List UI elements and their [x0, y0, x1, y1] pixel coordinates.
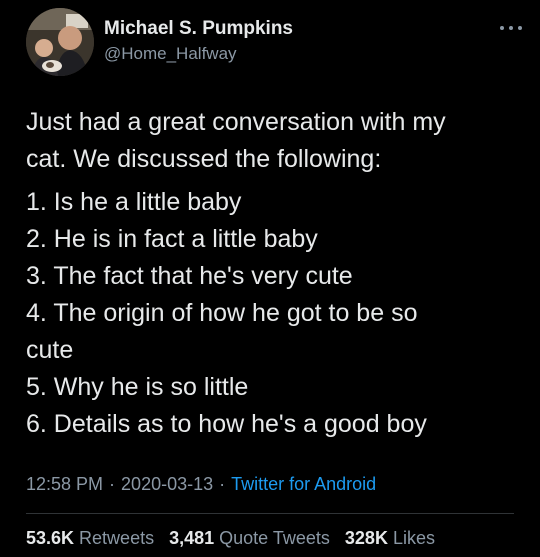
likes-stat[interactable]: 328K Likes [345, 528, 435, 548]
tweet-source-link[interactable]: Twitter for Android [231, 474, 376, 494]
retweets-label: Retweets [79, 528, 155, 548]
tweet-time[interactable]: 12:58 PM [26, 474, 103, 494]
list-item: 3. The fact that he's very cute [26, 262, 353, 290]
tweet-stats: 53.6K Retweets 3,481 Quote Tweets 328K Like… [26, 528, 445, 549]
tweet-intro: Just had a great conversation with my ca… [26, 104, 526, 178]
author-handle[interactable]: @Home_Halfway [104, 44, 237, 64]
quote-tweets-stat[interactable]: 3,481 Quote Tweets [169, 528, 330, 548]
list-item: 2. He is in fact a little baby [26, 225, 318, 253]
retweets-count: 53.6K [26, 528, 75, 548]
likes-count: 328K [344, 528, 388, 548]
quote-tweets-label: Quote Tweets [219, 528, 330, 548]
author-name[interactable]: Michael S. Pumpkins [104, 18, 293, 40]
list-item: 6. Details as to how he's a good boy [26, 410, 427, 438]
tweet-date[interactable]: 2020-03-13 [121, 474, 213, 494]
tweet-line: cat. We discussed the following: [26, 145, 382, 173]
tweet-list: 1. Is he a little baby 2. He is in fact … [26, 184, 526, 443]
ellipsis-icon[interactable] [498, 22, 524, 34]
divider [26, 513, 514, 514]
author-avatar[interactable] [26, 8, 94, 76]
tweet-text: Just had a great conversation with my ca… [26, 104, 526, 443]
likes-label: Likes [392, 528, 435, 548]
retweets-stat[interactable]: 53.6K Retweets [26, 528, 154, 548]
tweet-line: Just had a great conversation with my [26, 108, 446, 136]
list-item: cute [26, 336, 74, 364]
list-item: 5. Why he is so little [26, 373, 249, 401]
tweet-meta: 12:58 PM · 2020-03-13 · Twitter for Android [26, 474, 376, 495]
profile-photo-icon [26, 8, 94, 76]
meta-separator: · [219, 474, 226, 494]
list-item: 1. Is he a little baby [26, 188, 242, 216]
quote-tweets-count: 3,481 [169, 528, 215, 548]
tweet-card: Michael S. Pumpkins @Home_Halfway Just h… [0, 0, 540, 557]
meta-separator: · [109, 474, 116, 494]
list-item: 4. The origin of how he got to be so [26, 299, 418, 327]
